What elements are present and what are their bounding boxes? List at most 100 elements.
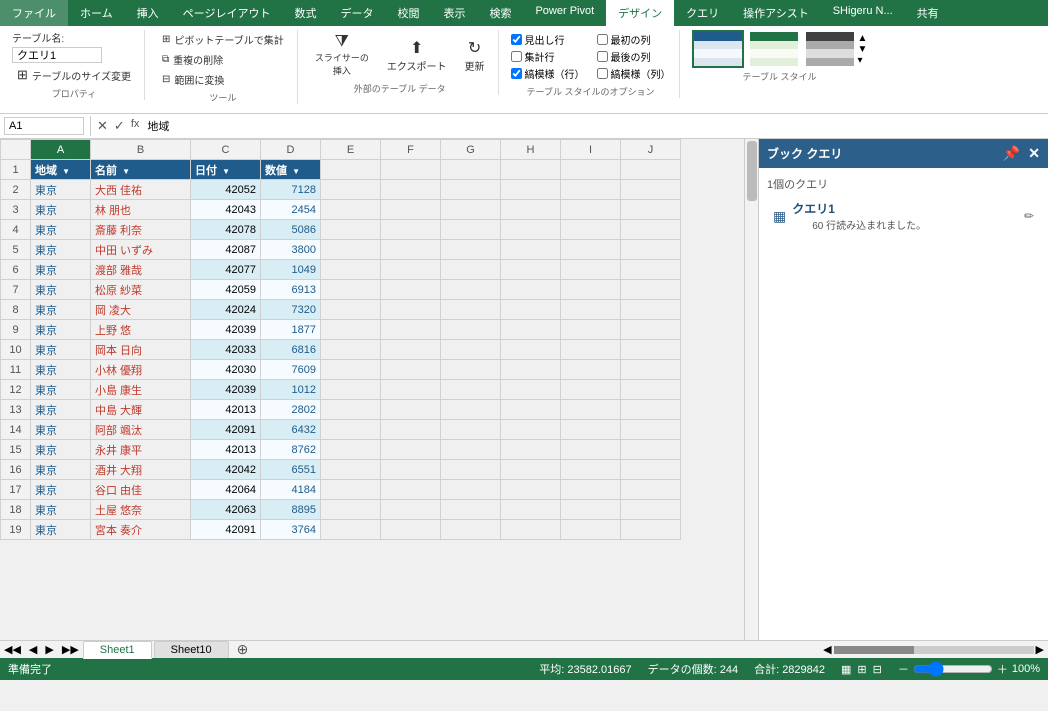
formula-input[interactable] — [143, 118, 1044, 134]
empty-cell[interactable] — [441, 400, 501, 420]
hscroll-right-btn[interactable]: ▶ — [1036, 643, 1044, 656]
cell-region-14[interactable]: 東京 — [31, 420, 91, 440]
empty-cell[interactable] — [381, 520, 441, 540]
empty-cell[interactable] — [321, 320, 381, 340]
style-preview-dark[interactable] — [804, 30, 856, 68]
empty-cell[interactable] — [381, 500, 441, 520]
empty-cell[interactable] — [621, 240, 681, 260]
col-header-b[interactable]: B — [91, 140, 191, 160]
empty-cell[interactable] — [381, 300, 441, 320]
zoom-in-btn[interactable]: ＋ — [997, 661, 1008, 677]
header-cell-region[interactable]: 地域 ▼ — [31, 160, 91, 180]
hscroll-left-btn[interactable]: ◀ — [823, 643, 831, 656]
tab-user[interactable]: SHigeru N... — [821, 0, 905, 26]
empty-cell[interactable] — [441, 360, 501, 380]
tab-design[interactable]: デザイン — [606, 0, 674, 26]
empty-cell[interactable] — [561, 420, 621, 440]
empty-cell[interactable] — [621, 340, 681, 360]
empty-cell[interactable] — [321, 260, 381, 280]
col-header-h[interactable]: H — [501, 140, 561, 160]
empty-cell[interactable] — [381, 440, 441, 460]
empty-cell[interactable] — [441, 180, 501, 200]
cell-region-16[interactable]: 東京 — [31, 460, 91, 480]
cell-name-9[interactable]: 上野 悠 — [91, 320, 191, 340]
empty-cell[interactable] — [321, 420, 381, 440]
cell-date-11[interactable]: 42030 — [191, 360, 261, 380]
empty-cell[interactable] — [501, 280, 561, 300]
empty-cell[interactable] — [441, 200, 501, 220]
filter-icon-date[interactable]: ▼ — [222, 167, 230, 176]
col-header-f[interactable]: F — [381, 140, 441, 160]
export-btn[interactable]: ⬆ エクスポート — [382, 35, 452, 76]
empty-cell[interactable] — [381, 260, 441, 280]
tab-insert[interactable]: 挿入 — [125, 0, 171, 26]
cell-value-12[interactable]: 1012 — [261, 380, 321, 400]
col-header-c[interactable]: C — [191, 140, 261, 160]
empty-cell[interactable] — [561, 240, 621, 260]
query-pane-close-icon[interactable]: ✕ — [1028, 145, 1040, 162]
empty-cell[interactable] — [441, 440, 501, 460]
cell-date-2[interactable]: 42052 — [191, 180, 261, 200]
sheet-nav-prev[interactable]: ◀ — [25, 643, 41, 656]
empty-cell[interactable] — [441, 460, 501, 480]
empty-cell[interactable] — [561, 380, 621, 400]
empty-cell[interactable] — [441, 420, 501, 440]
empty-cell[interactable] — [381, 200, 441, 220]
tab-query[interactable]: クエリ — [674, 0, 731, 26]
empty-cell[interactable] — [621, 440, 681, 460]
banded-rows-check[interactable]: 縞模様（行） — [511, 66, 585, 81]
cell-value-9[interactable]: 1877 — [261, 320, 321, 340]
empty-cell[interactable] — [621, 480, 681, 500]
cell-value-6[interactable]: 1049 — [261, 260, 321, 280]
empty-cell[interactable] — [381, 420, 441, 440]
empty-cell[interactable] — [501, 160, 561, 180]
cell-date-13[interactable]: 42013 — [191, 400, 261, 420]
cell-value-15[interactable]: 8762 — [261, 440, 321, 460]
empty-cell[interactable] — [381, 380, 441, 400]
cell-value-13[interactable]: 2802 — [261, 400, 321, 420]
cell-region-3[interactable]: 東京 — [31, 200, 91, 220]
sheet-nav-right[interactable]: ▶▶ — [58, 643, 83, 656]
cell-name-5[interactable]: 中田 いずみ — [91, 240, 191, 260]
cell-date-4[interactable]: 42078 — [191, 220, 261, 240]
query-pane-pin-icon[interactable]: 📌 — [1003, 145, 1020, 162]
cell-value-3[interactable]: 2454 — [261, 200, 321, 220]
cell-region-8[interactable]: 東京 — [31, 300, 91, 320]
empty-cell[interactable] — [381, 180, 441, 200]
query-edit-icon[interactable]: ✏ — [1024, 209, 1034, 223]
empty-cell[interactable] — [621, 400, 681, 420]
empty-cell[interactable] — [621, 520, 681, 540]
cell-region-18[interactable]: 東京 — [31, 500, 91, 520]
empty-cell[interactable] — [501, 440, 561, 460]
tab-view[interactable]: 表示 — [431, 0, 477, 26]
cell-value-5[interactable]: 3800 — [261, 240, 321, 260]
empty-cell[interactable] — [501, 240, 561, 260]
header-cell-date[interactable]: 日付 ▼ — [191, 160, 261, 180]
empty-cell[interactable] — [501, 320, 561, 340]
empty-cell[interactable] — [321, 220, 381, 240]
empty-cell[interactable] — [321, 520, 381, 540]
tab-pagelayout[interactable]: ページレイアウト — [171, 0, 283, 26]
zoom-slider[interactable] — [913, 661, 993, 677]
grid-wrapper[interactable]: A B C D E F G H I J 1 — [0, 139, 758, 640]
empty-cell[interactable] — [381, 460, 441, 480]
empty-cell[interactable] — [561, 160, 621, 180]
empty-cell[interactable] — [561, 460, 621, 480]
insert-function-icon[interactable]: fx — [131, 118, 140, 134]
cell-value-16[interactable]: 6551 — [261, 460, 321, 480]
cell-date-16[interactable]: 42042 — [191, 460, 261, 480]
empty-cell[interactable] — [441, 240, 501, 260]
convert-range-btn[interactable]: ⊟範囲に変換 — [157, 70, 229, 89]
empty-cell[interactable] — [441, 300, 501, 320]
empty-cell[interactable] — [441, 260, 501, 280]
empty-cell[interactable] — [621, 320, 681, 340]
col-header-i[interactable]: I — [561, 140, 621, 160]
empty-cell[interactable] — [441, 160, 501, 180]
cell-name-15[interactable]: 永井 康平 — [91, 440, 191, 460]
empty-cell[interactable] — [441, 480, 501, 500]
empty-cell[interactable] — [561, 300, 621, 320]
query-item-1[interactable]: ▦ クエリ1 60 行読み込まれました。 ✏ — [767, 196, 1040, 236]
empty-cell[interactable] — [381, 240, 441, 260]
empty-cell[interactable] — [501, 360, 561, 380]
cell-date-3[interactable]: 42043 — [191, 200, 261, 220]
